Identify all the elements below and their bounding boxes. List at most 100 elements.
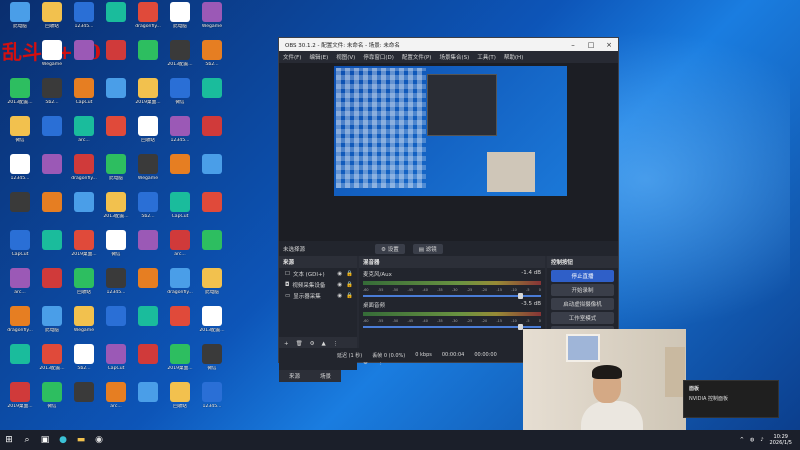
desktop-shortcut[interactable] <box>130 344 166 382</box>
source-item[interactable]: ▭ 显示器采集 ◉ 🔒 <box>279 290 357 301</box>
desktop-shortcut[interactable]: 12345... <box>194 382 230 420</box>
stop-stream-button[interactable]: 停止直播 <box>551 270 614 282</box>
edge-icon[interactable]: ● <box>54 431 72 449</box>
menu-file[interactable]: 文件(F) <box>283 53 301 61</box>
desktop-shortcut[interactable] <box>130 40 166 78</box>
desktop-shortcut[interactable]: 5b2... <box>130 192 166 230</box>
desktop-shortcut[interactable] <box>98 116 134 154</box>
desktop-shortcut[interactable] <box>194 116 230 154</box>
volume-slider[interactable] <box>363 293 541 299</box>
desktop-shortcut[interactable]: 2013配置... <box>194 306 230 344</box>
desktop-shortcut[interactable] <box>194 192 230 230</box>
menu-view[interactable]: 视图(V) <box>336 53 355 61</box>
minimize-icon[interactable]: – <box>564 41 582 49</box>
desktop-shortcut[interactable] <box>162 306 198 344</box>
menu-profile[interactable]: 配置文件(P) <box>402 53 432 61</box>
more-icon[interactable]: ⋮ <box>333 341 339 347</box>
maximize-icon[interactable]: □ <box>582 41 600 49</box>
desktop-shortcut[interactable] <box>130 306 166 344</box>
desktop-shortcut[interactable] <box>194 154 230 192</box>
tab-sources[interactable]: 来源 <box>279 370 311 382</box>
volume-slider[interactable] <box>363 324 541 330</box>
file-explorer-icon[interactable]: ▬ <box>72 431 90 449</box>
desktop-shortcut[interactable]: 此电脑 <box>2 2 38 40</box>
desktop-shortcut[interactable]: CapCut <box>98 344 134 382</box>
desktop-shortcut[interactable]: 此电脑 <box>162 2 198 40</box>
lock-icon[interactable]: 🔒 <box>346 293 353 299</box>
desktop-shortcut[interactable] <box>34 230 70 268</box>
desktop-shortcut[interactable]: 微信 <box>162 78 198 116</box>
desktop-shortcut[interactable]: 微信 <box>98 230 134 268</box>
desktop-shortcut[interactable]: 12345... <box>2 154 38 192</box>
desktop-shortcut[interactable]: 2019桌面... <box>162 344 198 382</box>
desktop-shortcut[interactable]: 微信 <box>2 116 38 154</box>
desktop-shortcut[interactable] <box>98 40 134 78</box>
desktop-shortcut[interactable]: 5b2... <box>194 40 230 78</box>
obs-title-bar[interactable]: OBS 30.1.2 - 配置文件: 未命名 - 场景: 未命名 – □ × <box>279 38 618 51</box>
desktop-shortcut[interactable]: 5b2... <box>66 344 102 382</box>
desktop-shortcut[interactable]: 此电脑 <box>98 154 134 192</box>
desktop-shortcut[interactable]: arc... <box>162 230 198 268</box>
obs-taskbar-icon[interactable]: ◉ <box>90 431 108 449</box>
desktop-shortcut[interactable]: Wegame <box>34 40 70 78</box>
menu-help[interactable]: 帮助(H) <box>504 53 523 61</box>
desktop-shortcut[interactable]: 回收站 <box>34 2 70 40</box>
virtual-camera-button[interactable]: 启动虚拟摄像机 <box>551 298 614 310</box>
volume-icon[interactable]: ♪ <box>760 437 763 443</box>
toast-notification[interactable]: 面板 NVIDIA 控制面板 <box>683 380 779 418</box>
desktop-shortcut[interactable]: arc... <box>2 268 38 306</box>
desktop-shortcut[interactable] <box>2 192 38 230</box>
desktop-shortcut[interactable]: 回收站 <box>130 116 166 154</box>
desktop-shortcut[interactable] <box>66 40 102 78</box>
search-icon[interactable]: ⌕ <box>18 431 36 449</box>
desktop-shortcut[interactable]: arc... <box>98 382 134 420</box>
desktop-shortcut[interactable]: 12345... <box>98 268 134 306</box>
clock[interactable]: 10:29 2026/1/5 <box>770 434 792 446</box>
desktop-shortcut[interactable]: Wegame <box>130 154 166 192</box>
desktop-shortcut[interactable] <box>194 230 230 268</box>
windows-start-icon[interactable]: ⊞ <box>0 431 18 449</box>
desktop-shortcut[interactable]: 2013配置... <box>34 344 70 382</box>
desktop-shortcut[interactable]: 2013配置... <box>162 40 198 78</box>
desktop-shortcut[interactable]: arc... <box>66 116 102 154</box>
menu-edit[interactable]: 编辑(E) <box>309 53 328 61</box>
desktop-shortcut[interactable] <box>34 116 70 154</box>
desktop-shortcut[interactable] <box>34 268 70 306</box>
properties-icon[interactable]: ⚙ <box>310 341 315 347</box>
chevron-up-icon[interactable]: ^ <box>740 437 744 443</box>
desktop-shortcut[interactable] <box>130 230 166 268</box>
desktop-shortcut[interactable] <box>66 382 102 420</box>
desktop-shortcut[interactable]: dragonfly... <box>66 154 102 192</box>
desktop-shortcut[interactable]: Wegame <box>66 306 102 344</box>
desktop-shortcut[interactable]: 此电脑 <box>194 268 230 306</box>
preview-area[interactable] <box>279 63 618 241</box>
desktop-shortcut[interactable]: dragonfly... <box>130 2 166 40</box>
desktop-shortcut[interactable]: 此电脑 <box>34 306 70 344</box>
tab-scenes[interactable]: 场景 <box>310 370 342 382</box>
desktop-shortcut[interactable]: 2013配置... <box>2 78 38 116</box>
settings-button[interactable]: ⚙ 设置 <box>375 243 405 254</box>
desktop-shortcut[interactable] <box>130 382 166 420</box>
desktop-shortcut[interactable] <box>162 154 198 192</box>
source-item[interactable]: ◘ 视频采集设备 ◉ 🔒 <box>279 279 357 290</box>
eye-icon[interactable]: ◉ <box>337 282 342 288</box>
desktop-shortcut[interactable]: CapCut <box>66 78 102 116</box>
desktop-shortcut[interactable]: 2019桌面... <box>2 382 38 420</box>
network-icon[interactable]: ◍ <box>750 437 754 443</box>
desktop-shortcut[interactable]: dragonfly... <box>2 306 38 344</box>
desktop-shortcut[interactable]: 2019桌面... <box>66 230 102 268</box>
desktop-shortcut[interactable]: CapCut <box>2 230 38 268</box>
desktop-shortcut[interactable] <box>98 78 134 116</box>
eye-icon[interactable]: ◉ <box>337 271 342 277</box>
desktop-shortcut[interactable]: 5b2... <box>34 78 70 116</box>
menu-docks[interactable]: 停靠窗口(D) <box>363 53 394 61</box>
add-source-icon[interactable]: + <box>284 341 289 347</box>
desktop-shortcut[interactable] <box>194 78 230 116</box>
lock-icon[interactable]: 🔒 <box>346 271 353 277</box>
desktop-shortcut[interactable]: 微信 <box>194 344 230 382</box>
menu-tools[interactable]: 工具(T) <box>477 53 496 61</box>
obs-window[interactable]: OBS 30.1.2 - 配置文件: 未命名 - 场景: 未命名 – □ × 文… <box>278 37 619 382</box>
close-icon[interactable]: × <box>600 41 618 49</box>
source-item[interactable]: ☐ 文本 (GDI+) ◉ 🔒 <box>279 268 357 279</box>
desktop-shortcut[interactable]: 回收站 <box>66 268 102 306</box>
